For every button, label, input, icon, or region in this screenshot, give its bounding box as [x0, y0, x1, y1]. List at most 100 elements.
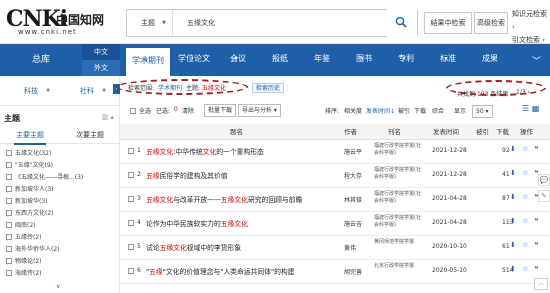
filter-social-science[interactable]: 社科 ▼ — [62, 76, 112, 106]
checkbox[interactable] — [6, 174, 12, 180]
chevron-down-icon: ▾ — [235, 56, 238, 62]
title-text: 论作为中华民族软实力的 — [146, 220, 221, 228]
author-link[interactable]: 黄伟 — [344, 243, 356, 252]
article-title-link[interactable]: 五缘民俗学的建构及其价值 — [146, 170, 346, 180]
tab-achievements[interactable]: 成果 — [470, 44, 510, 76]
sort-date[interactable]: 发表时间↓ — [366, 106, 395, 115]
row-actions-icons[interactable]: ⬇ ☆ ❝ — [510, 265, 540, 273]
article-title-link[interactable]: 论作为中华民族软实力的五缘文化 — [146, 218, 346, 228]
search-history-button[interactable]: 检索历史 — [252, 83, 285, 93]
table-row: 3 五缘文化与改革开放——五缘文化研究的回顾与前瞻 林其锬 福建行政学院学报(社… — [120, 188, 550, 212]
article-title-link[interactable]: 试论五缘文化视域中的李贽形象 — [146, 242, 346, 252]
row-actions-icons[interactable]: ⬇ ☆ ❝ — [510, 241, 540, 249]
row-actions-icons[interactable]: ⬇ ☆ ❝ — [510, 169, 540, 177]
clear-link[interactable]: 清除 — [182, 106, 194, 115]
checkbox[interactable] — [6, 210, 12, 216]
facet-item[interactable]: "五缘"文化(9) — [6, 160, 118, 172]
article-title-link[interactable]: 五缘文化与改革开放——五缘文化研究的回顾与前瞻 — [146, 194, 346, 204]
row-actions-icons[interactable]: ⬇ ☆ ❝ — [510, 145, 540, 153]
tab-conference[interactable]: 会议 ▾ — [218, 44, 258, 76]
author-link[interactable]: 林其锬 — [344, 195, 362, 204]
journal-link[interactable]: 北京行政学院学报 — [374, 263, 422, 270]
article-title-link[interactable]: "五缘"文化的价值理念与"人类命运共同体"的构建 — [146, 266, 346, 276]
journal-link[interactable]: 福建行政学院学报(社会科学版) — [374, 191, 422, 205]
journal-link[interactable]: 福建行政学院学报(社会科学版) — [374, 215, 422, 229]
author-link[interactable]: 胡完善 — [344, 267, 362, 276]
journal-link[interactable]: 福建行政学院学报(社会科学版) — [374, 167, 422, 181]
tab-yearbook[interactable]: 年鉴 — [302, 44, 342, 76]
cnki-logo[interactable]: CNKi 中国知网 www.cnki.net — [6, 6, 116, 38]
checkbox[interactable] — [6, 198, 12, 204]
tab-theses[interactable]: 学位论文 ▾ — [172, 44, 216, 76]
row-actions-icons[interactable]: ⬇ ☆ ❝ — [510, 217, 540, 225]
select-all-checkbox[interactable] — [130, 108, 136, 114]
facet-item[interactable]: 海缘传(2) — [6, 268, 118, 280]
facet-item[interactable]: 新加坡华人(3) — [6, 184, 118, 196]
filter-science[interactable]: 科技 ▼ — [6, 76, 56, 106]
sort-cited[interactable]: 被引 — [398, 106, 410, 115]
checkbox[interactable] — [6, 246, 12, 252]
sort-relevance[interactable]: 相关度 — [344, 106, 362, 115]
checkbox[interactable] — [6, 234, 12, 240]
batch-download-button[interactable]: 批量下载 — [204, 104, 237, 117]
advanced-search-button[interactable]: 高级检索 — [474, 12, 508, 34]
chevron-down-icon: ▾ — [403, 56, 406, 62]
journal-link[interactable]: 福建行政学院学报(社会科学版) — [374, 143, 422, 157]
edit-icon[interactable]: ✎ — [538, 190, 550, 202]
export-analyze-button[interactable]: 导出与分析 ▾ — [238, 104, 281, 117]
author-link[interactable]: 施云平 — [344, 147, 362, 156]
row-checkbox[interactable] — [128, 196, 134, 202]
facet-item[interactable]: 新加坡华(3) — [6, 196, 118, 208]
back-to-top-icon[interactable]: ︿ — [534, 278, 548, 290]
checkbox[interactable] — [6, 186, 12, 192]
facet-label: 东西方文化(2) — [15, 210, 54, 217]
search-button[interactable] — [387, 9, 417, 37]
row-checkbox[interactable] — [128, 148, 134, 154]
facet-item[interactable]: 《五缘文化——寻根...(3) — [6, 172, 118, 184]
row-checkbox[interactable] — [128, 244, 134, 250]
tab-books[interactable]: 图书 ▾ — [344, 44, 384, 76]
checkbox[interactable] — [6, 150, 12, 156]
display-count-select[interactable]: 50 ▾ — [472, 105, 493, 118]
journal-link[interactable]: 黄冈师范学院学报 — [374, 239, 422, 246]
facet-item[interactable]: 五缘传(2) — [6, 232, 118, 244]
checkbox[interactable] — [6, 222, 12, 228]
checkbox[interactable] — [6, 162, 12, 168]
author-link[interactable]: 施云吉 — [344, 219, 362, 228]
expand-more-icon[interactable]: ∨ — [56, 283, 60, 290]
search-in-results-button[interactable]: 结果中检索 — [424, 12, 472, 34]
chart-icon[interactable]: ▥ ▴ — [102, 113, 114, 121]
tab-zongku[interactable]: 总库 — [0, 44, 82, 76]
tab-foreign[interactable]: 外文 — [82, 60, 120, 76]
facet-item[interactable]: 闽南(2) — [6, 220, 118, 232]
list-view-icon[interactable]: ☰ ▦ — [522, 104, 539, 113]
sort-download[interactable]: 下载 — [414, 106, 426, 115]
facet-item[interactable]: 物缘论(2) — [6, 256, 118, 268]
row-checkbox[interactable] — [128, 220, 134, 226]
title-text: "文化的价值理念与"人类命运共同体"的构建 — [162, 268, 295, 276]
row-index: 3 — [137, 195, 141, 202]
facet-item[interactable]: 海外华侨华人(2) — [6, 244, 118, 256]
tab-patents[interactable]: 专利 ▾ — [386, 44, 426, 76]
row-actions-icons[interactable]: ⬇ ☆ ❝ — [510, 193, 540, 201]
row-checkbox[interactable] — [128, 172, 134, 178]
tab-standards[interactable]: 标准 ▾ — [428, 44, 468, 76]
tab-newspaper[interactable]: 报纸 — [260, 44, 300, 76]
tab-main-topic[interactable]: 主要主题 — [0, 126, 60, 145]
author-link[interactable]: 程大存 — [344, 171, 362, 180]
tab-chinese[interactable]: 中文 — [82, 44, 120, 60]
row-checkbox[interactable] — [128, 268, 134, 274]
facet-item[interactable]: 东西方文化(2) — [6, 208, 118, 220]
article-title-link[interactable]: 五缘文化:中华传统文化的一个重构形态 — [146, 146, 346, 156]
sort-composite[interactable]: 综合 — [432, 106, 444, 115]
tab-journals[interactable]: 学术期刊 ▾ — [126, 48, 170, 76]
feedback-icon[interactable]: 💬 — [538, 174, 550, 186]
facet-item[interactable]: 五缘文化(32) — [6, 148, 118, 160]
tab-secondary-topic[interactable]: 次要主题 — [60, 126, 120, 144]
chevron-down-icon[interactable]: ﹀ — [532, 54, 541, 67]
search-input[interactable] — [179, 13, 379, 33]
checkbox[interactable] — [6, 258, 12, 264]
search-field-select[interactable]: 主题 ▼ — [127, 10, 173, 36]
checkbox[interactable] — [6, 270, 12, 276]
knowledge-search-link[interactable]: 知识元检索 › — [512, 8, 550, 34]
